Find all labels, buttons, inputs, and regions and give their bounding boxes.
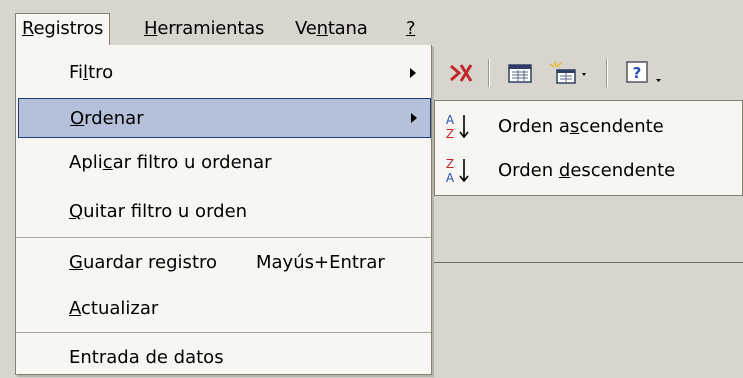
menu-mnemonic: H — [144, 18, 158, 39]
menu-label-part: tana — [327, 18, 368, 39]
submenu-item-label: Orden descendente — [498, 160, 676, 181]
submenu-item-orden-descendente[interactable]: Z A Orden descendente — [435, 149, 742, 192]
menu-mnemonic: R — [22, 18, 34, 39]
submenu-item-orden-ascendente[interactable]: A Z Orden ascendente — [435, 105, 742, 148]
menu-mnemonic: n — [316, 18, 328, 39]
menu-mnemonic: ? — [406, 18, 416, 39]
svg-text:?: ? — [633, 64, 642, 82]
svg-text:A: A — [446, 113, 455, 127]
menu-item-label: Entrada de datos — [69, 347, 224, 368]
menu-item-shortcut: Mayús+Entrar — [256, 252, 385, 273]
menu-item-ordenar[interactable]: Ordenar — [18, 98, 431, 138]
delete-record-icon — [450, 64, 473, 82]
menu-item-aplicar-filtro[interactable]: Aplicar filtro u ordenar — [16, 143, 431, 183]
menu-item-actualizar[interactable]: Actualizar — [16, 289, 431, 329]
ordenar-submenu: A Z Orden ascendente Z A Orden descenden… — [434, 100, 743, 196]
new-object-icon[interactable] — [544, 57, 594, 89]
svg-text:Z: Z — [446, 127, 454, 141]
menu-item-label: Actualizar — [69, 298, 159, 319]
menu-separator — [16, 332, 431, 333]
database-window-icon — [508, 64, 532, 83]
menu-label-part: Ve — [295, 18, 317, 39]
menu-item-guardar-registro[interactable]: Guardar registro Mayús+Entrar — [16, 243, 431, 283]
menu-item-entrada-datos[interactable]: Entrada de datos — [16, 338, 431, 378]
menu-item-label: Aplicar filtro u ordenar — [69, 152, 272, 173]
submenu-arrow-icon — [410, 68, 416, 78]
menu-bar: Registros Herramientas Ventana ? — [0, 0, 743, 46]
menu-herramientas[interactable]: Herramientas — [138, 13, 270, 45]
menu-help[interactable]: ? — [400, 13, 421, 45]
toolbar: ? — [430, 55, 743, 91]
window-divider — [430, 262, 743, 263]
document-area — [430, 196, 743, 367]
registros-menu: Filtro Ordenar Aplicar filtro u ordenar … — [15, 45, 432, 375]
help-icon[interactable]: ? — [620, 57, 670, 89]
menu-item-label: Filtro — [69, 62, 114, 83]
menu-item-label: Guardar registro — [69, 252, 218, 273]
help-icon: ? — [626, 61, 661, 83]
menu-registros[interactable]: Registros — [15, 13, 111, 45]
menu-label-part: erramientas — [157, 18, 265, 39]
submenu-item-label: Orden ascendente — [498, 116, 664, 137]
toolbar-separator — [488, 59, 490, 87]
menu-ventana[interactable]: Ventana — [289, 13, 374, 45]
delete-record-icon[interactable] — [444, 57, 478, 89]
sort-ascending-icon: A Z — [446, 113, 469, 141]
menu-item-filtro[interactable]: Filtro — [16, 53, 431, 93]
svg-text:A: A — [446, 171, 455, 185]
menu-separator — [16, 237, 431, 238]
database-window-icon[interactable] — [502, 57, 538, 89]
menu-item-label: Ordenar — [70, 108, 144, 129]
toolbar-separator — [606, 59, 608, 87]
menu-item-quitar-filtro[interactable]: Quitar filtro u orden — [16, 192, 431, 232]
submenu-arrow-icon — [411, 113, 417, 123]
svg-text:Z: Z — [446, 157, 454, 171]
new-object-icon — [549, 60, 586, 84]
menu-label-part: egistros — [33, 18, 104, 39]
menu-item-label: Quitar filtro u orden — [69, 201, 248, 222]
sort-descending-icon: Z A — [446, 157, 469, 185]
